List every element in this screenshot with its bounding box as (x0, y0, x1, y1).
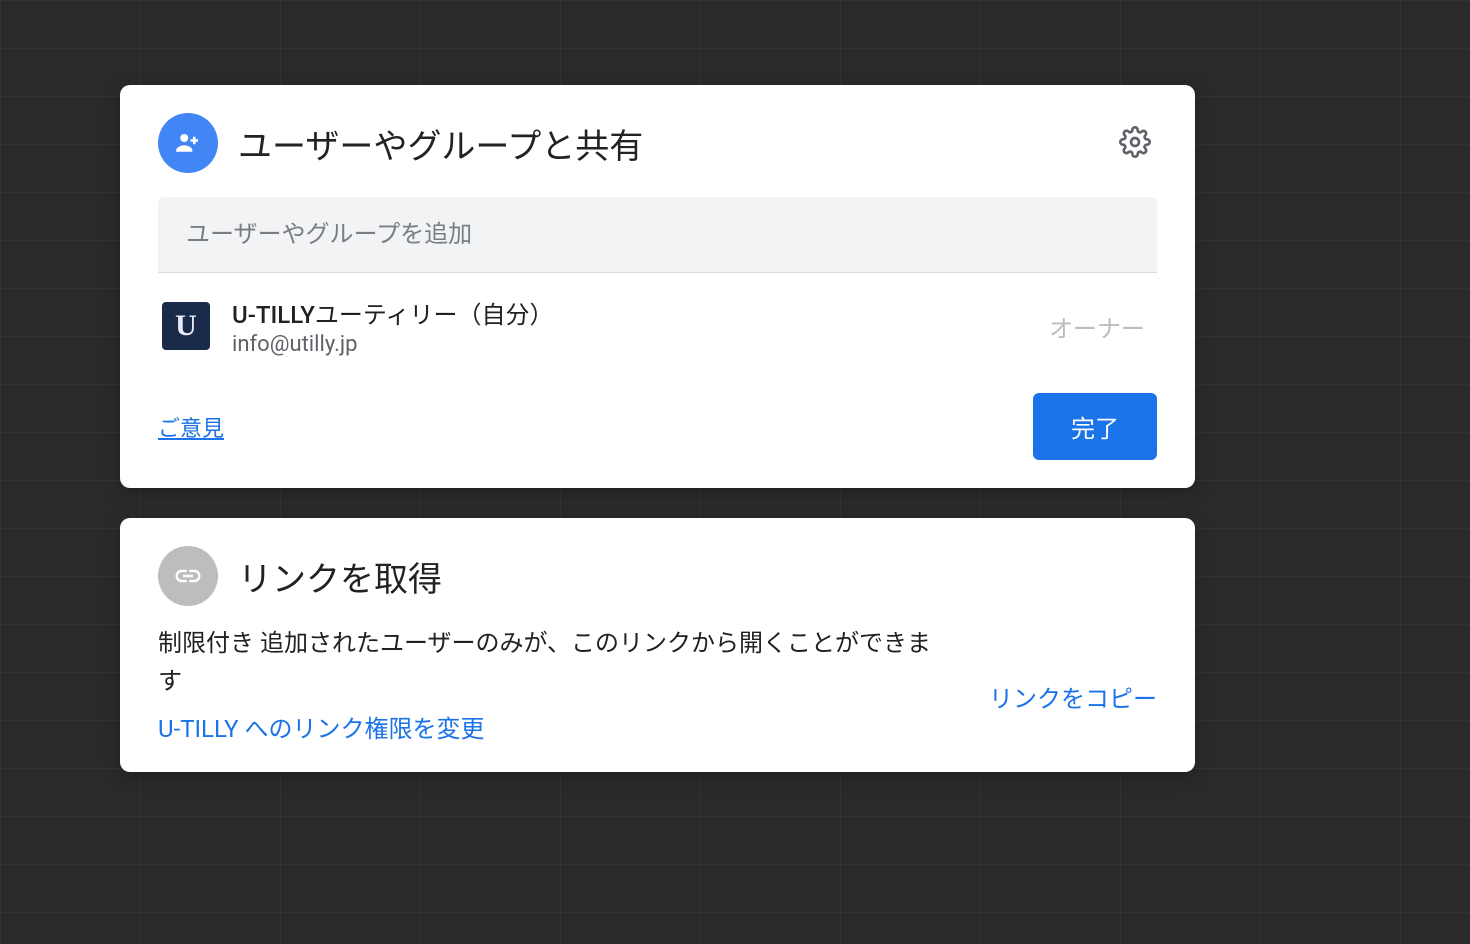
link-title: リンクを取得 (238, 552, 1157, 601)
gear-icon (1119, 126, 1151, 158)
link-icon (158, 546, 218, 606)
user-email: info@utilly.jp (232, 332, 1049, 357)
link-body: 制限付き 追加されたユーザーのみが、このリンクから開くことができます U-TIL… (158, 624, 1157, 744)
link-desc-block: 制限付き 追加されたユーザーのみが、このリンクから開くことができます U-TIL… (158, 624, 949, 744)
user-info: U-TILLYユーティリー（自分） info@utilly.jp (232, 295, 1049, 357)
avatar-letter: U (175, 309, 197, 343)
settings-button[interactable] (1113, 120, 1157, 167)
add-people-input[interactable] (158, 197, 1157, 273)
link-card-header: リンクを取得 (158, 546, 1157, 606)
share-card: ユーザーやグループと共有 U U-TILLYユーティリー（自分） info@ut… (120, 85, 1195, 488)
person-add-icon (158, 113, 218, 173)
user-name: U-TILLYユーティリー（自分） (232, 295, 1049, 330)
change-permission-link[interactable]: U-TILLY へのリンク権限を変更 (158, 709, 949, 744)
share-title: ユーザーやグループと共有 (238, 119, 1113, 168)
get-link-card: リンクを取得 制限付き 追加されたユーザーのみが、このリンクから開くことができま… (120, 518, 1195, 772)
share-dialog: ユーザーやグループと共有 U U-TILLYユーティリー（自分） info@ut… (120, 85, 1195, 802)
share-card-footer: ご意見 完了 (158, 393, 1157, 460)
user-row: U U-TILLYユーティリー（自分） info@utilly.jp オーナー (158, 273, 1157, 375)
avatar: U (162, 302, 210, 350)
restriction-text: 追加されたユーザーのみが、このリンクから開くことができます (158, 629, 931, 695)
done-button[interactable]: 完了 (1033, 393, 1157, 460)
restriction-prefix: 制限付き (158, 629, 254, 657)
user-role: オーナー (1049, 309, 1145, 344)
feedback-link[interactable]: ご意見 (158, 411, 224, 443)
share-card-header: ユーザーやグループと共有 (158, 113, 1157, 173)
link-description: 制限付き 追加されたユーザーのみが、このリンクから開くことができます (158, 624, 949, 701)
copy-link-button[interactable]: リンクをコピー (989, 679, 1157, 714)
